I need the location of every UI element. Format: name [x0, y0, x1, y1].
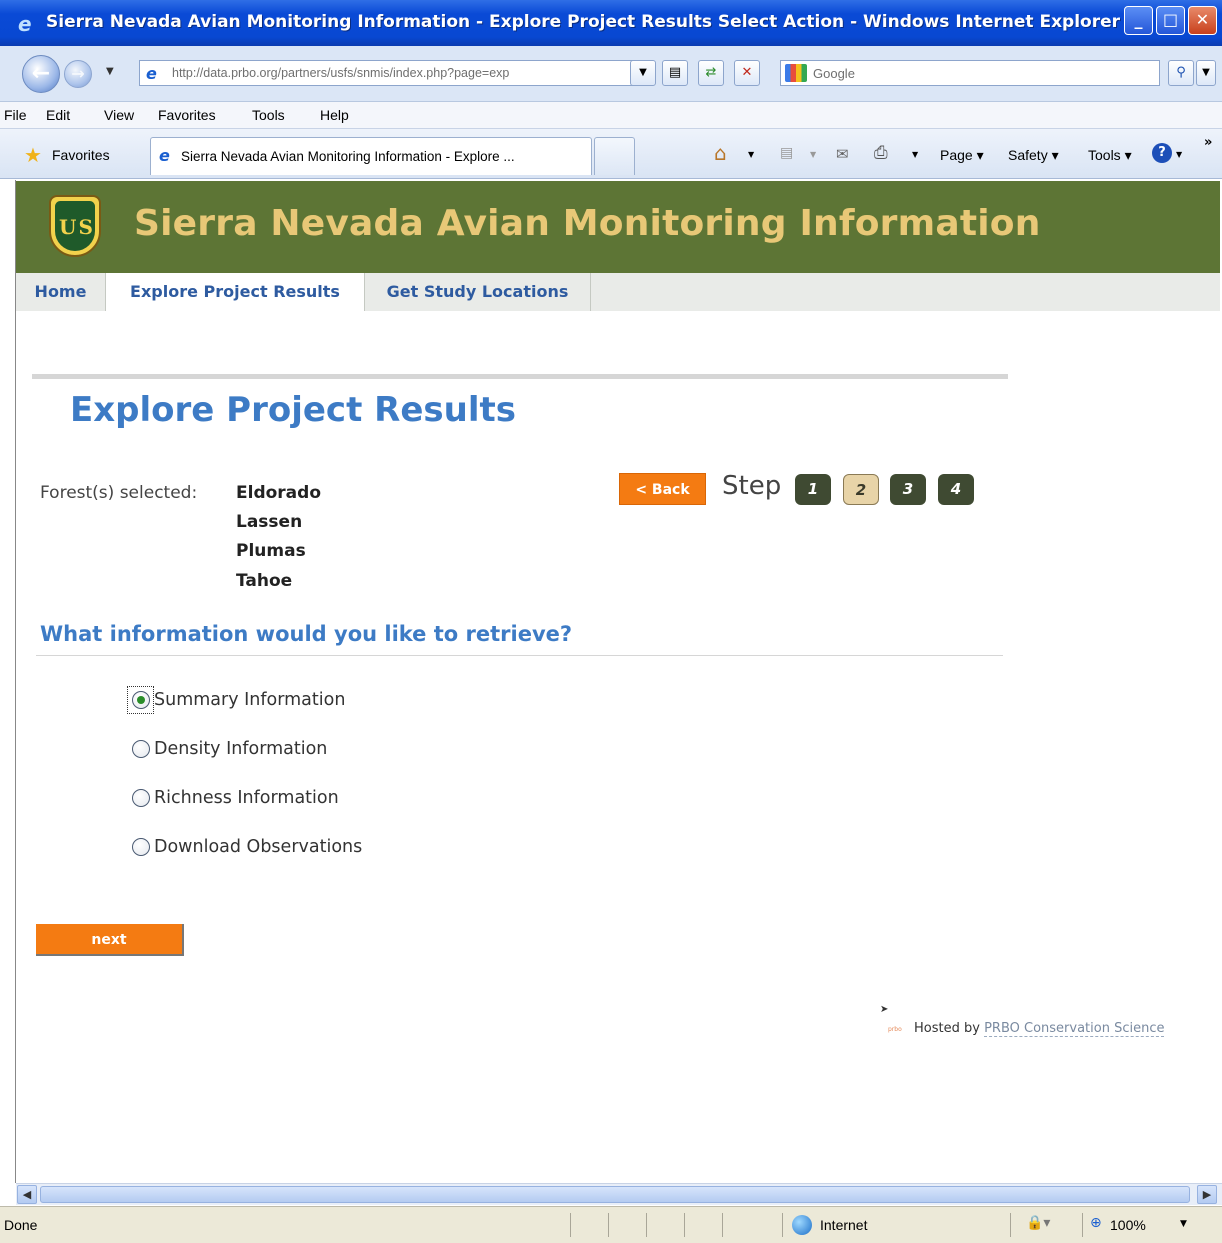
feeds-dropdown-icon[interactable]: ▼	[810, 150, 816, 159]
compatibility-view-icon[interactable]: ▤	[662, 60, 688, 86]
forest-item: Tahoe	[236, 571, 293, 591]
page-menu[interactable]: Page ▾	[940, 147, 984, 164]
globe-icon	[792, 1215, 812, 1235]
option-label[interactable]: Summary Information	[154, 690, 345, 710]
protected-mode-icon[interactable]: 🔒▾	[1026, 1215, 1050, 1231]
search-icon[interactable]: ⚲	[1168, 60, 1194, 86]
back-button[interactable]: < Back	[619, 473, 706, 505]
search-placeholder: Google	[813, 66, 855, 81]
refresh-icon[interactable]: ⇄	[698, 60, 724, 86]
step-3[interactable]: 3	[890, 474, 926, 505]
menu-help[interactable]: Help	[320, 107, 349, 123]
new-tab-button[interactable]	[594, 137, 635, 175]
safety-menu[interactable]: Safety ▾	[1008, 147, 1059, 164]
menu-bar: File Edit View Favorites Tools Help	[0, 102, 1222, 129]
status-bar: Done Internet 🔒▾ ⊕ 100% ▼	[0, 1206, 1222, 1243]
scroll-right-icon[interactable]: ▶	[1197, 1185, 1217, 1204]
hosted-by-text: Hosted by	[914, 1021, 980, 1036]
nav-home[interactable]: Home	[16, 273, 106, 311]
url-text: http://data.prbo.org/partners/usfs/snmis…	[172, 66, 510, 80]
option-label[interactable]: Density Information	[154, 739, 327, 759]
step-2-current: 2	[843, 474, 879, 505]
divider	[36, 655, 1003, 656]
google-icon	[785, 64, 807, 82]
radio-summary[interactable]	[132, 691, 150, 709]
back-nav-icon[interactable]: ←	[22, 55, 60, 93]
scroll-left-icon[interactable]: ◀	[17, 1185, 37, 1204]
page-title: Explore Project Results	[70, 390, 517, 430]
window-title-bar[interactable]: e Sierra Nevada Avian Monitoring Informa…	[0, 0, 1222, 46]
address-dropdown-icon[interactable]: ▼	[630, 60, 656, 86]
history-dropdown-icon[interactable]: ▼	[106, 66, 114, 77]
stop-icon[interactable]: ✕	[734, 60, 760, 86]
maximize-button[interactable]: □	[1156, 6, 1185, 35]
question-heading: What information would you like to retri…	[40, 622, 573, 646]
search-field[interactable]: Google	[780, 60, 1160, 86]
menu-favorites[interactable]: Favorites	[158, 107, 216, 123]
radio-density[interactable]	[132, 740, 150, 758]
zoom-icon[interactable]: ⊕	[1090, 1215, 1102, 1231]
forest-item: Lassen	[236, 512, 303, 532]
favorites-button[interactable]: Favorites	[52, 147, 110, 163]
help-dropdown-icon[interactable]: ▼	[1176, 150, 1182, 159]
hosted-by: Hosted by PRBO Conservation Science	[914, 1021, 1165, 1037]
zoom-level[interactable]: 100%	[1110, 1217, 1146, 1233]
forward-nav-icon[interactable]: →	[64, 60, 92, 88]
zoom-dropdown-icon[interactable]: ▼	[1180, 1219, 1187, 1229]
browser-tab[interactable]: e Sierra Nevada Avian Monitoring Informa…	[150, 137, 592, 175]
close-button[interactable]: ✕	[1188, 6, 1217, 35]
home-dropdown-icon[interactable]: ▼	[748, 150, 754, 159]
menu-edit[interactable]: Edit	[46, 107, 70, 123]
step-label: Step	[722, 471, 782, 501]
divider	[32, 374, 1008, 379]
minimize-button[interactable]: _	[1124, 6, 1153, 35]
zone-text: Internet	[820, 1217, 868, 1233]
usfs-logo: US	[49, 195, 101, 257]
radio-download[interactable]	[132, 838, 150, 856]
status-text: Done	[4, 1217, 38, 1233]
option-label[interactable]: Download Observations	[154, 837, 362, 857]
next-button[interactable]: next	[36, 924, 184, 956]
mail-icon[interactable]: ✉	[836, 145, 849, 163]
chevron-more-icon[interactable]: »	[1204, 135, 1212, 150]
search-options-icon[interactable]: ▼	[1196, 60, 1216, 86]
forest-item: Eldorado	[236, 483, 321, 503]
print-dropdown-icon[interactable]: ▼	[912, 150, 918, 159]
prbo-logo-icon: ➤ prbo	[880, 1004, 902, 1033]
site-title: Sierra Nevada Avian Monitoring Informati…	[134, 203, 1041, 244]
tab-ie-icon: e	[159, 146, 170, 165]
home-icon[interactable]: ⌂	[714, 141, 727, 165]
window-title: Sierra Nevada Avian Monitoring Informati…	[46, 12, 1121, 32]
favorites-star-icon[interactable]: ★	[24, 143, 42, 167]
option-label[interactable]: Richness Information	[154, 788, 339, 808]
tools-menu[interactable]: Tools ▾	[1088, 147, 1132, 164]
nav-explore-project-results[interactable]: Explore Project Results	[106, 273, 365, 311]
ie-logo-icon: e	[18, 12, 32, 36]
prbo-link[interactable]: PRBO Conservation Science	[984, 1021, 1165, 1037]
forest-item: Plumas	[236, 541, 306, 561]
radio-richness[interactable]	[132, 789, 150, 807]
print-icon[interactable]: ⎙	[874, 143, 888, 163]
menu-tools[interactable]: Tools	[252, 107, 285, 123]
help-icon[interactable]: ?	[1152, 143, 1172, 163]
forest-selected-label: Forest(s) selected:	[40, 483, 198, 503]
address-field[interactable]: e http://data.prbo.org/partners/usfs/snm…	[139, 60, 653, 86]
logo-letters: US	[59, 215, 95, 239]
feeds-icon[interactable]: ▤	[780, 145, 793, 161]
menu-file[interactable]: File	[4, 107, 27, 123]
tab-title: Sierra Nevada Avian Monitoring Informati…	[181, 149, 515, 164]
page-icon: e	[146, 64, 157, 83]
menu-view[interactable]: View	[104, 107, 134, 123]
step-4[interactable]: 4	[938, 474, 974, 505]
nav-get-study-locations[interactable]: Get Study Locations	[365, 273, 591, 311]
step-1[interactable]: 1	[795, 474, 831, 505]
site-banner: US Sierra Nevada Avian Monitoring Inform…	[16, 181, 1220, 273]
scrollbar-thumb[interactable]	[40, 1186, 1190, 1203]
